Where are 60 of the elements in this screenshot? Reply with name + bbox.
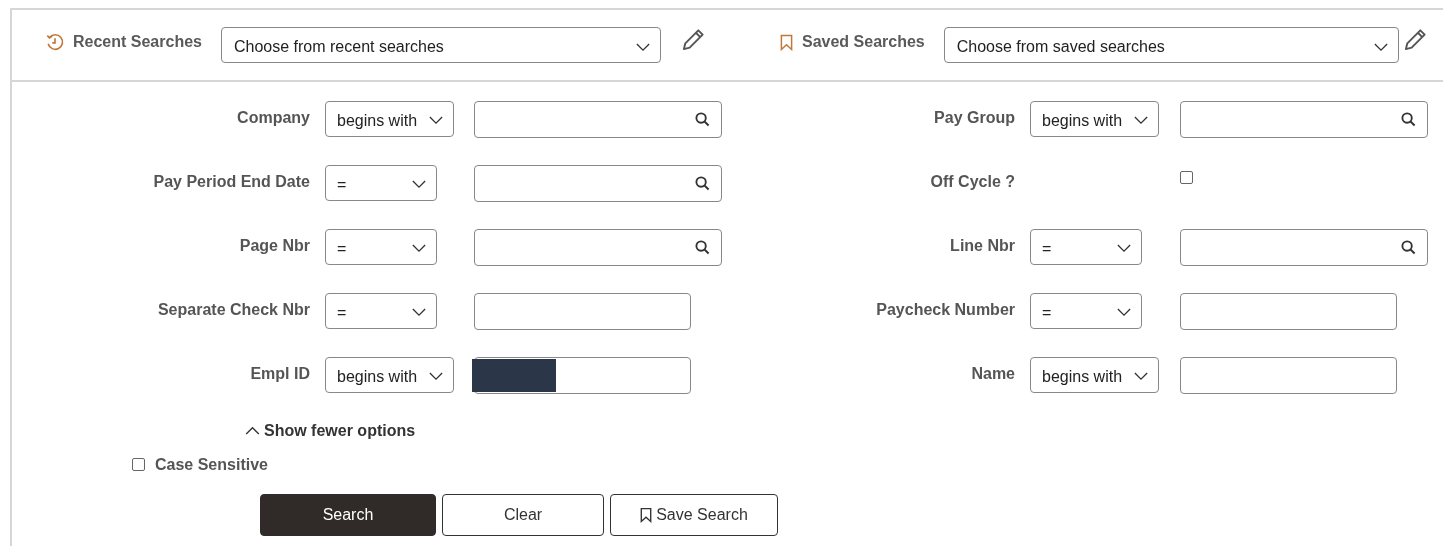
search-icon — [1401, 240, 1416, 255]
checkbox[interactable] — [132, 458, 145, 471]
field-label: Off Cycle ? — [930, 172, 1016, 191]
chevron-down-icon — [412, 244, 426, 253]
chevron-down-icon — [635, 42, 650, 52]
field-label: Company — [237, 108, 311, 127]
field-label: Page Nbr — [239, 236, 311, 255]
chevron-down-icon — [412, 308, 426, 317]
search-button[interactable]: Search — [260, 493, 436, 536]
saved-searches-label: Saved Searches — [802, 33, 925, 51]
field-label: Line Nbr — [950, 236, 1016, 255]
save-search-button[interactable]: Save Search — [610, 493, 778, 536]
operator-dropdown[interactable]: begins with — [325, 101, 455, 137]
history-icon — [45, 32, 65, 52]
operator-dropdown[interactable]: = — [1030, 293, 1142, 329]
search-field[interactable] — [1180, 229, 1428, 266]
chevron-down-icon — [1134, 372, 1149, 381]
chevron-down-icon — [429, 372, 444, 381]
bookmark-icon — [780, 33, 793, 51]
checkbox[interactable] — [1180, 171, 1193, 184]
operator-dropdown[interactable]: begins with — [1030, 101, 1160, 137]
search-icon — [1401, 112, 1416, 127]
search-field[interactable] — [474, 229, 722, 266]
field-label: Separate Check Nbr — [157, 300, 311, 319]
input-field[interactable] — [1180, 293, 1397, 330]
search-icon — [695, 240, 710, 255]
operator-dropdown[interactable]: = — [1030, 229, 1142, 265]
chevron-down-icon — [1373, 42, 1388, 52]
recent-searches-label: Recent Searches — [73, 33, 202, 51]
chevron-down-icon — [1117, 308, 1131, 317]
field-label: Paycheck Number — [876, 300, 1016, 319]
field-label: Name — [971, 364, 1016, 383]
recent-searches-dropdown[interactable]: Choose from recent searches — [220, 27, 661, 63]
chevron-down-icon — [429, 116, 444, 125]
chevron-down-icon — [412, 180, 426, 189]
search-field[interactable] — [474, 101, 722, 138]
chevron-down-icon — [1117, 244, 1131, 253]
operator-dropdown[interactable]: begins with — [1030, 357, 1160, 393]
chevron-down-icon — [1134, 116, 1149, 125]
field-label: Empl ID — [250, 364, 311, 383]
search-field[interactable] — [1180, 101, 1428, 138]
show-fewer-options-link[interactable]: Show fewer options — [245, 421, 416, 440]
operator-dropdown[interactable]: = — [325, 165, 437, 201]
pencil-icon[interactable] — [680, 26, 706, 52]
search-field[interactable] — [474, 165, 722, 202]
case-sensitive-label: Case Sensitive — [155, 455, 268, 474]
saved-searches-dropdown[interactable]: Choose from saved searches — [943, 27, 1399, 63]
search-icon — [695, 176, 710, 191]
field-label: Pay Period End Date — [153, 172, 311, 191]
bookmark-icon — [640, 506, 653, 523]
operator-dropdown[interactable]: begins with — [325, 357, 455, 393]
operator-dropdown[interactable]: = — [325, 293, 437, 329]
input-field[interactable] — [474, 357, 691, 394]
field-label: Pay Group — [934, 108, 1016, 127]
input-field[interactable] — [1180, 357, 1397, 394]
input-field[interactable] — [474, 293, 691, 330]
search-icon — [695, 112, 710, 127]
pencil-icon[interactable] — [1402, 26, 1428, 52]
operator-dropdown[interactable]: = — [325, 229, 437, 265]
clear-button[interactable]: Clear — [442, 493, 604, 536]
